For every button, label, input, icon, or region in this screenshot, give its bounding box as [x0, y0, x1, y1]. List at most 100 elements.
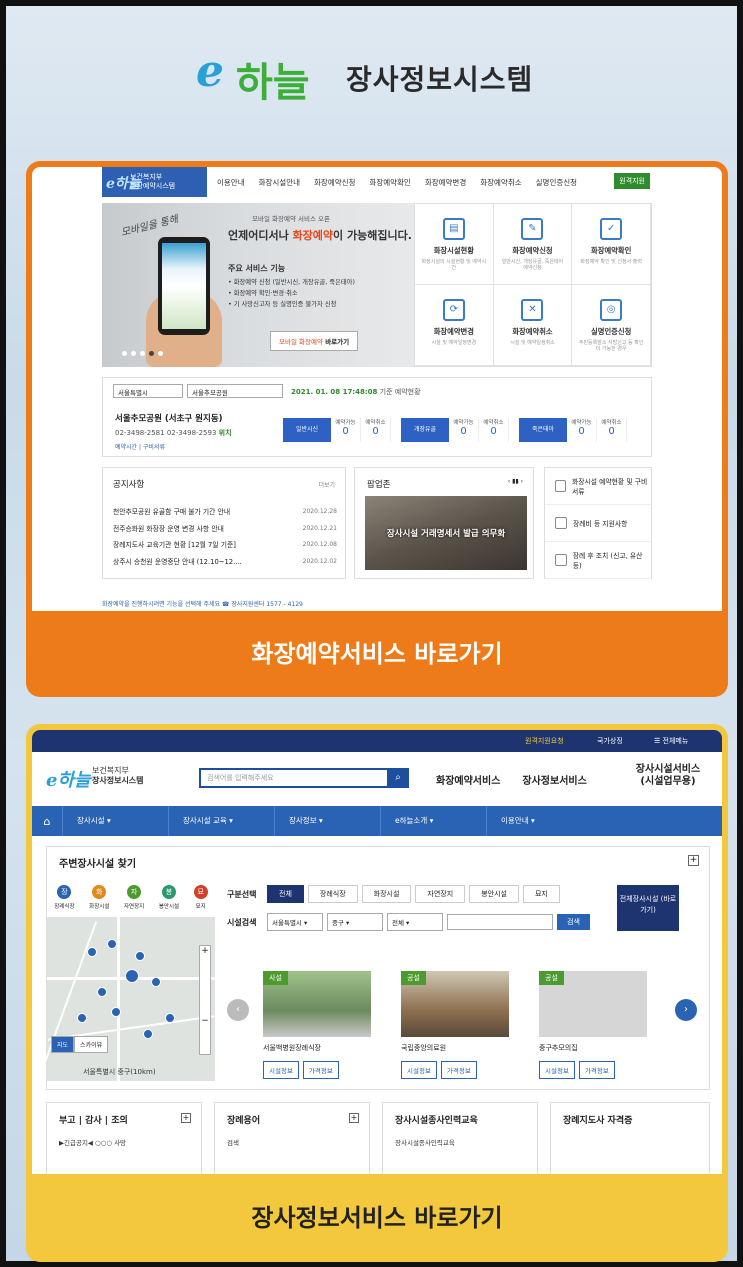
expand-icon[interactable]: +: [349, 1113, 359, 1123]
main-nav-1[interactable]: 장사정보서비스: [522, 772, 586, 787]
carousel-dots[interactable]: [122, 351, 163, 356]
facility-card[interactable]: 공설 국립중앙의료원 시설정보 가격정보: [395, 971, 519, 1091]
all-menu-button[interactable]: ☰ 전체메뉴: [654, 736, 688, 746]
all-facilities-button[interactable]: 전체장사시설 (바로가기): [617, 885, 679, 931]
nav-item-0[interactable]: 이용안내: [217, 177, 245, 188]
facility-search-input[interactable]: [447, 914, 553, 930]
map[interactable]: + − 지도 스카이뷰 서울특별시 중구(10km): [39, 917, 215, 1081]
funeral-logo[interactable]: e하늘 보건복지부 장사정보시스템: [46, 766, 176, 794]
funeral-site-screenshot: 원격지원요청 국가상징 ☰ 전체메뉴 e하늘 보건복지부 장사정보시스템 검색어를…: [32, 730, 722, 1174]
home-icon[interactable]: ⌂: [32, 815, 62, 828]
main-nav-0[interactable]: 화장예약서비스: [436, 772, 500, 787]
status-label[interactable]: 일반시신: [283, 418, 331, 442]
facility-info-button[interactable]: 시설정보: [401, 1061, 437, 1079]
zoom-control[interactable]: + −: [199, 945, 211, 1055]
gnb-item-3[interactable]: e하늘소개 ▾: [380, 806, 486, 836]
expand-icon[interactable]: +: [181, 1113, 191, 1123]
panel-title: 부고 | 감사 | 조의: [59, 1116, 128, 1126]
category-자연장지[interactable]: 자 자연장지: [124, 885, 144, 910]
region-select[interactable]: 서울특별시: [113, 384, 183, 398]
map-type-toggle[interactable]: 지도 스카이뷰: [51, 1036, 109, 1053]
ehaneul-logo[interactable]: e 하늘 장사정보시스템: [196, 44, 556, 106]
gnb-item-2[interactable]: 장사정보 ▾: [274, 806, 380, 836]
facility-photo: 공설: [539, 971, 647, 1037]
next-arrow-icon[interactable]: ›: [675, 999, 697, 1021]
category-tab-1[interactable]: 장례식장: [307, 885, 358, 903]
facility-name: 중구추모의집: [539, 1044, 578, 1052]
filter-select-2[interactable]: 전체 ▾: [387, 913, 443, 931]
price-info-button[interactable]: 가격정보: [302, 1061, 339, 1079]
gnb-item-4[interactable]: 이용안내 ▾: [486, 806, 592, 836]
prev-arrow-icon[interactable]: ‹: [227, 999, 249, 1021]
status-cell: 예약취소 0: [479, 418, 509, 442]
search-icon[interactable]: ⌕: [387, 768, 409, 788]
nav-item-6[interactable]: 실명인증신청: [536, 177, 577, 188]
category-묘지[interactable]: 묘 묘지: [193, 885, 208, 910]
gnb-item-1[interactable]: 장사시설 교육 ▾: [168, 806, 274, 836]
nav-item-3[interactable]: 화장예약확인: [369, 177, 410, 188]
category-filters: 장 장례식장 화 화장시설 자 자연장지 봉 봉안시설 묘 묘지: [47, 885, 215, 910]
cremation-card[interactable]: e하늘 보건복지부 화장예약시스템 이용안내 화장시설안내 화장예약신청 화장예약확인…: [26, 161, 728, 697]
service-tiles: ▤ 화장시설현황 화장시설의 시설현황 및 예약시간 ✎ 화장예약신청 일반시신, 개장유…: [414, 203, 652, 367]
category-화장시설[interactable]: 화 화장시설: [89, 885, 109, 910]
map-toggle-1[interactable]: 스카이뷰: [74, 1036, 109, 1053]
filter-select-0[interactable]: 서울특별시 ▾: [267, 913, 323, 931]
panel-sub[interactable]: 검색: [227, 1137, 239, 1147]
quick-link-0[interactable]: 화장시설 예약현황 및 구비서류: [545, 468, 651, 505]
more-link[interactable]: 더보기: [318, 480, 335, 489]
tile-2[interactable]: ✓ 화장예약확인 화장예약 확인 및 신청서 출력: [572, 204, 651, 285]
notice-item[interactable]: 전주승화원 화장장 운영 변경 사항 안내 2020.12.21: [113, 521, 337, 538]
nav-item-5[interactable]: 화장예약취소: [480, 177, 521, 188]
funeral-info-card[interactable]: 원격지원요청 국가상징 ☰ 전체메뉴 e하늘 보건복지부 장사정보시스템 검색어를…: [26, 724, 728, 1262]
expand-icon[interactable]: +: [688, 855, 699, 866]
facility-card[interactable]: 공설중구추모의집시설정보 가격정보: [533, 971, 657, 1091]
mobile-banner[interactable]: 모바일을 통해 모바일 화장예약 서비스 오픈 언제어디서나 화장예약이 가능해…: [102, 203, 414, 367]
tile-0[interactable]: ▤ 화장시설현황 화장시설의 시설현황 및 예약시간: [415, 204, 494, 285]
category-tab-0[interactable]: 전체: [267, 885, 304, 903]
map-toggle-0[interactable]: 지도: [51, 1036, 75, 1053]
facility-info-button[interactable]: 시설정보: [539, 1061, 575, 1079]
panel-title: 장사시설종사인력교육: [395, 1116, 478, 1126]
category-장례식장[interactable]: 장 장례식장: [54, 885, 75, 910]
funeral-info-cta[interactable]: 장사정보서비스 바로가기: [26, 1174, 728, 1262]
popup-zone: 팝업존 ‹ ▮▮ › 장사시설 거래명세서 발급 의무화: [354, 467, 534, 579]
nav-item-4[interactable]: 화장예약변경: [425, 177, 466, 188]
price-info-button[interactable]: 가격정보: [440, 1061, 477, 1079]
tile-1[interactable]: ✎ 화장예약신청 일반시신, 개장유골, 죽은태아 예약신청: [493, 204, 573, 285]
status-label[interactable]: 개장유골: [401, 418, 449, 442]
service-item: • 화장예약 확인·변경·취소: [228, 290, 298, 297]
tile-3[interactable]: ⟳ 화장예약변경 시설 및 예약일정변경: [415, 285, 494, 366]
mobile-reserve-button[interactable]: 모바일 화장예약 바로가기: [270, 331, 359, 351]
nav-item-1[interactable]: 화장시설안내: [259, 177, 300, 188]
popup-image[interactable]: 장사시설 거래명세서 발급 의무화: [365, 496, 527, 570]
quick-link-1[interactable]: 장례비 등 지원사항: [545, 505, 651, 542]
search-input[interactable]: 검색어를 입력해주세요 ⌕: [199, 768, 409, 788]
tile-4[interactable]: ✕ 화장예약취소 시설 및 예약일정취소: [493, 285, 573, 366]
category-봉안시설[interactable]: 봉 봉안시설: [159, 885, 179, 910]
status-cell: 예약가능 0: [567, 418, 597, 442]
gnb-item-0[interactable]: 장사시설 ▾: [62, 806, 168, 836]
facility-info-button[interactable]: 시설정보: [263, 1061, 299, 1079]
category-tab-4[interactable]: 봉안시설: [469, 885, 519, 903]
notice-item[interactable]: 천안추모공원 유골함 구매 불가 기간 안내 2020.12.28: [113, 504, 337, 521]
facility-search-button[interactable]: 검색: [557, 914, 590, 930]
category-tab-3[interactable]: 자연장지: [415, 885, 466, 903]
facility-card[interactable]: 사설 서울백병원장례식장 시설정보 가격정보: [257, 971, 381, 1091]
nav-item-2[interactable]: 화장예약신청: [314, 177, 355, 188]
category-tab-2[interactable]: 화장시설: [361, 885, 412, 903]
status-label[interactable]: 죽은태아: [519, 418, 567, 442]
popup-controls[interactable]: ‹ ▮▮ ›: [508, 478, 523, 485]
facility-select[interactable]: 서울추모공원: [187, 384, 283, 398]
filter-select-1[interactable]: 중구 ▾: [327, 913, 383, 931]
national-symbol-link[interactable]: 국가상징: [597, 736, 623, 746]
price-info-button[interactable]: 가격정보: [578, 1061, 615, 1079]
tile-desc: 일반시신, 개장유골, 죽은태아 예약신청: [501, 259, 564, 271]
category-tab-5[interactable]: 묘지: [522, 885, 560, 903]
main-nav-facility[interactable]: 장사시설서비스 (시설업무용): [628, 764, 708, 788]
cremation-cta[interactable]: 화장예약서비스 바로가기: [26, 611, 728, 697]
notice-item[interactable]: 장례지도사 교육기관 현황 [12월 7일 기준] 2020.12.08: [113, 537, 337, 554]
quick-link-2[interactable]: 장례 후 조치 (신고, 유산 등): [545, 542, 651, 579]
notice-item[interactable]: 상주시 승천원 운영중단 안내 (12.10~12.... 2020.12.02: [113, 554, 337, 571]
remote-support-button[interactable]: 원격지원: [614, 173, 650, 189]
tile-5[interactable]: ◎ 실명인증신청 주민등록말소 사망신고 등 확인이 가능한 경우: [572, 285, 651, 366]
